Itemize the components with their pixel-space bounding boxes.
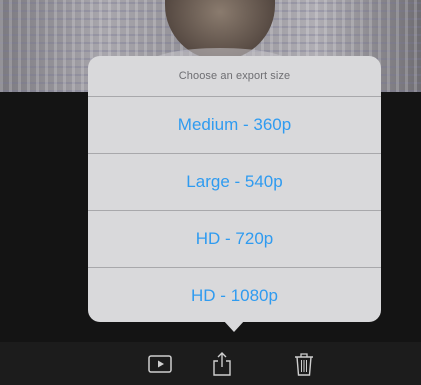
share-icon[interactable] (212, 352, 232, 376)
export-option-large-540p[interactable]: Large - 540p (88, 153, 381, 210)
export-size-popover: Choose an export size Medium - 360p Larg… (88, 56, 381, 332)
bottom-toolbar (0, 342, 421, 385)
export-option-hd-720p[interactable]: HD - 720p (88, 210, 381, 267)
play-icon[interactable] (148, 352, 172, 376)
export-option-medium-360p[interactable]: Medium - 360p (88, 96, 381, 153)
export-option-hd-1080p[interactable]: HD - 1080p (88, 267, 381, 324)
popover-arrow (223, 320, 245, 332)
trash-icon[interactable] (294, 352, 314, 376)
popover-title: Choose an export size (178, 70, 291, 82)
